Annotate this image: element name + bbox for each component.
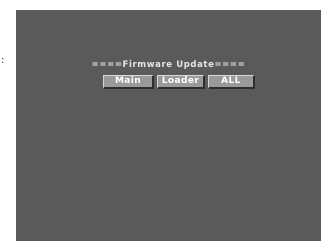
edge-mark: : <box>1 55 5 66</box>
device-screen: ====Firmware Update==== Main Loader ALL <box>16 10 321 241</box>
all-button[interactable]: ALL <box>208 75 255 89</box>
main-button[interactable]: Main <box>103 75 154 89</box>
firmware-update-title: ====Firmware Update==== <box>91 60 246 70</box>
page: : ====Firmware Update==== Main Loader AL… <box>0 0 336 241</box>
loader-button[interactable]: Loader <box>157 75 205 89</box>
firmware-update-button-row: Main Loader ALL <box>103 75 255 89</box>
